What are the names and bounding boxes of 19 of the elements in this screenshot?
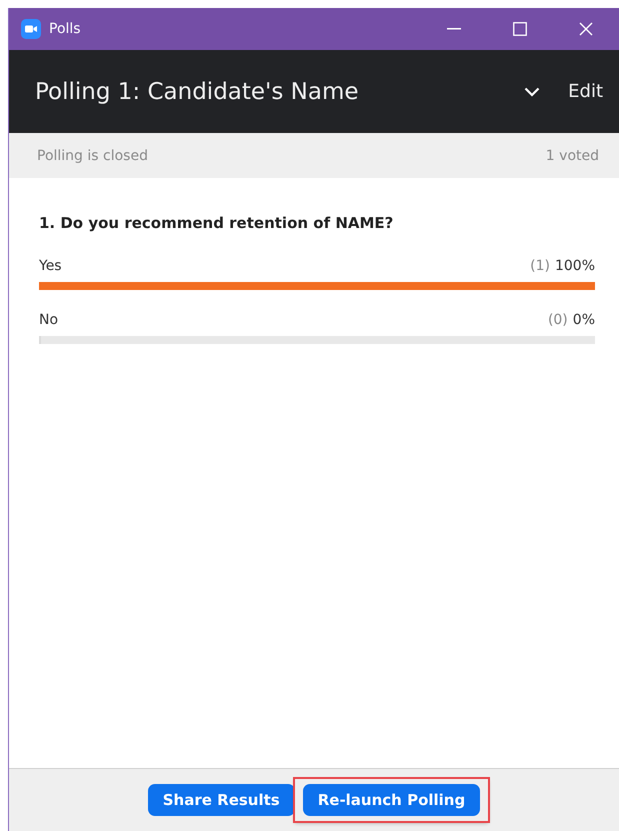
maximize-icon <box>513 22 527 36</box>
answer-percent: 100% <box>554 258 595 274</box>
action-button[interactable]: Re-launch Polling <box>302 784 480 816</box>
video-camera-icon <box>21 19 41 39</box>
vote-count: 1 voted <box>546 148 599 164</box>
answer-label: Yes <box>39 258 63 274</box>
edit-button[interactable]: Edit <box>568 81 603 102</box>
chevron-down-icon <box>524 86 540 96</box>
minimize-icon <box>447 28 461 30</box>
question-text: 1. Do you recommend retention of NAME? <box>39 214 394 232</box>
poll-title: Polling 1: Candidate's Name <box>35 78 360 104</box>
answer-percent: 0% <box>572 312 595 328</box>
action-button[interactable]: Share Results <box>148 784 295 816</box>
answer-count: (0) <box>548 312 568 328</box>
answer-count: (1) <box>530 258 550 274</box>
answer-label: No <box>39 312 60 328</box>
poll-status: Polling is closed <box>37 148 148 164</box>
close-icon <box>579 22 593 36</box>
window-title: Polls <box>49 21 82 37</box>
